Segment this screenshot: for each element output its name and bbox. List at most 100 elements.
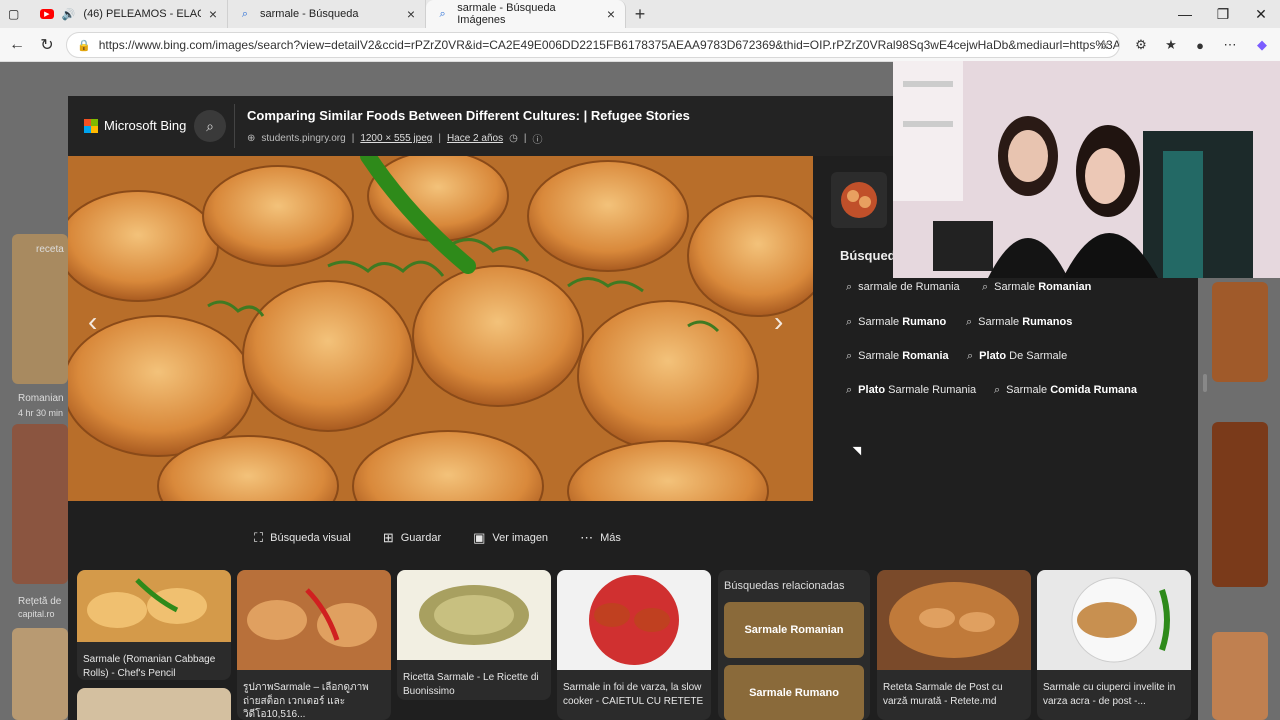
close-icon[interactable]: × — [607, 6, 615, 22]
pill-label: Sarmale Comida Rumana — [1006, 384, 1137, 396]
related-search-pill[interactable]: ⌕ Sarmale Romanian — [976, 276, 1097, 298]
result-caption: Reteta Sarmale de Post cu varză murată -… — [883, 682, 1003, 707]
result-card[interactable]: Ricetta Sarmale - Le Ricette di Buonissi… — [397, 570, 551, 700]
result-caption: รูปภาพSarmale – เลือกดูภาพถ่ายสต็อก เวกเ… — [243, 682, 369, 720]
size-link[interactable]: 1200 × 555 jpeg — [360, 133, 432, 144]
speaker-icon: 🔊 — [61, 8, 76, 21]
related-thumbnail[interactable] — [831, 172, 887, 228]
tab-search[interactable]: ⌕ sarmale - Búsqueda × — [228, 0, 426, 28]
related-title: Búsquedas relacionadas — [724, 580, 845, 592]
related-search-pill[interactable]: ⌕ Sarmale Romania — [840, 345, 955, 367]
search-icon: ⌕ — [966, 315, 973, 328]
address-bar: ← ↻ 🔒 https://www.bing.com/images/search… — [0, 28, 1280, 62]
scrollbar[interactable] — [1203, 374, 1207, 392]
search-icon: ⌕ — [206, 117, 214, 134]
favorite-icon[interactable]: ☆ — [1093, 34, 1115, 56]
save-icon: ⊞ — [382, 530, 394, 545]
bg-thumb — [12, 628, 68, 720]
tab-title: sarmale - Búsqueda Imágenes — [457, 2, 556, 26]
url-text: https://www.bing.com/images/search?view=… — [98, 38, 1120, 52]
tab-image-search[interactable]: ⌕ sarmale - Búsqueda Imágenes × — [426, 0, 626, 28]
action-bar: ⛶ Búsqueda visual ⊞ Guardar ▣ Ver imagen ⋯ M… — [254, 530, 621, 546]
age-link[interactable]: Hace 2 años — [447, 133, 503, 144]
lock-icon: 🔒 — [77, 39, 91, 52]
bg-thumb — [1212, 632, 1268, 720]
minimize-button[interactable]: — — [1166, 0, 1204, 28]
result-card[interactable]: Reteta Sarmale de Post cu varză murată -… — [877, 570, 1031, 720]
bg-label: receta — [36, 244, 64, 255]
related-item[interactable]: Sarmale Romanian — [724, 602, 864, 658]
visual-search-icon: ⛶ — [254, 530, 264, 545]
result-thumbnail — [557, 570, 711, 670]
url-field[interactable]: 🔒 https://www.bing.com/images/search?vie… — [66, 32, 1120, 58]
main-image[interactable]: ‹ › — [68, 156, 813, 501]
pill-label: Sarmale Romania — [858, 350, 949, 362]
back-button[interactable]: ← — [2, 30, 32, 60]
tab-actions-icon: ▢ — [8, 7, 20, 21]
related-search-pill[interactable]: ⌕ Plato De Sarmale — [961, 345, 1073, 367]
search-icon: ⌕ — [846, 349, 853, 362]
search-button[interactable]: ⌕ — [194, 110, 226, 142]
result-thumbnail — [877, 570, 1031, 670]
reload-button[interactable]: ↻ — [32, 30, 62, 60]
profile-icon[interactable]: ● — [1189, 34, 1211, 56]
result-card[interactable]: Sarmale cu ciuperci invelite in varza ac… — [1037, 570, 1191, 720]
related-search-pill[interactable]: ⌕ Sarmale Rumanos — [960, 311, 1078, 333]
tab-menu-button[interactable]: ▢ — [0, 0, 30, 28]
separator: | — [438, 133, 441, 144]
more-icon[interactable]: ⋯ — [1219, 34, 1241, 56]
image-meta: ⊕ students.pingry.org | 1200 × 555 jpeg … — [247, 131, 542, 146]
extensions-icon[interactable]: ⚙ — [1130, 34, 1152, 56]
view-image-button[interactable]: ▣ Ver imagen — [473, 530, 548, 546]
bg-thumb — [1212, 422, 1268, 587]
tab-title: (46) PELEAMOS - ELAGGUMI — [83, 8, 200, 20]
search-icon: ⌕ — [241, 7, 249, 20]
favorites-list-icon[interactable]: ★ — [1160, 34, 1182, 56]
globe-icon: ⊕ — [247, 133, 256, 144]
action-label: Ver imagen — [492, 532, 549, 544]
related-search-pill[interactable]: ⌕ Sarmale Comida Rumana — [988, 379, 1143, 401]
close-icon[interactable]: × — [209, 6, 217, 22]
bg-label: Romanian — [18, 393, 64, 404]
prev-image-button[interactable]: ‹ — [88, 306, 97, 338]
result-caption: Sarmale (Romanian Cabbage Rolls) - Chef'… — [83, 654, 216, 679]
more-button[interactable]: ⋯ Más — [580, 530, 621, 546]
result-thumbnail — [77, 570, 231, 642]
result-caption: Ricetta Sarmale - Le Ricette di Buonissi… — [403, 672, 539, 697]
bg-thumb — [12, 424, 68, 584]
result-card[interactable]: รูปภาพSarmale – เลือกดูภาพถ่ายสต็อก เวกเ… — [237, 570, 391, 720]
result-card[interactable]: Sarmale (Romanian Cabbage Rolls) - Chef'… — [77, 570, 231, 680]
related-search-pill[interactable]: ⌕ Sarmale Rumano — [840, 311, 952, 333]
close-icon[interactable]: × — [407, 6, 415, 22]
search-icon: ⌕ — [982, 280, 989, 293]
action-label: Más — [600, 532, 621, 544]
result-card[interactable]: Sarmale in foi de varza, la slow cooker … — [557, 570, 711, 720]
youtube-icon: ▶ — [40, 9, 54, 19]
related-item[interactable]: Sarmale Rumano — [724, 665, 864, 720]
result-thumbnail — [1037, 570, 1191, 670]
new-tab-button[interactable]: + — [626, 0, 654, 28]
webcam-feed-image — [893, 61, 1280, 278]
bing-logo[interactable]: Microsoft Bing — [84, 118, 186, 133]
action-label: Búsqueda visual — [270, 532, 351, 544]
tab-youtube[interactable]: ▶ 🔊 (46) PELEAMOS - ELAGGUMI × — [30, 0, 228, 28]
related-search-pill[interactable]: ⌕ Plato Sarmale Rumania — [840, 379, 982, 401]
save-button[interactable]: ⊞ Guardar — [383, 530, 441, 546]
close-window-button[interactable]: ✕ — [1242, 0, 1280, 28]
result-card[interactable] — [77, 688, 231, 720]
source-link[interactable]: students.pingry.org — [261, 133, 345, 144]
visual-search-button[interactable]: ⛶ Búsqueda visual — [254, 530, 351, 546]
more-icon: ⋯ — [580, 530, 594, 545]
search-icon: ⌕ — [994, 383, 1001, 396]
copilot-icon[interactable]: ◆ — [1251, 34, 1273, 56]
image-title[interactable]: Comparing Similar Foods Between Differen… — [247, 108, 690, 123]
next-image-button[interactable]: › — [774, 306, 783, 338]
pill-label: Sarmale Rumano — [858, 316, 947, 328]
related-search-pill[interactable]: ⌕ sarmale de Rumania — [840, 276, 966, 298]
bg-label: Rețetă de — [18, 596, 62, 607]
maximize-button[interactable]: ❐ — [1204, 0, 1242, 28]
info-icon[interactable]: ⓘ — [532, 131, 542, 146]
microsoft-logo-icon — [84, 118, 98, 133]
pill-label: sarmale de Rumania — [858, 281, 960, 293]
pill-label: Sarmale Rumanos — [978, 316, 1073, 328]
